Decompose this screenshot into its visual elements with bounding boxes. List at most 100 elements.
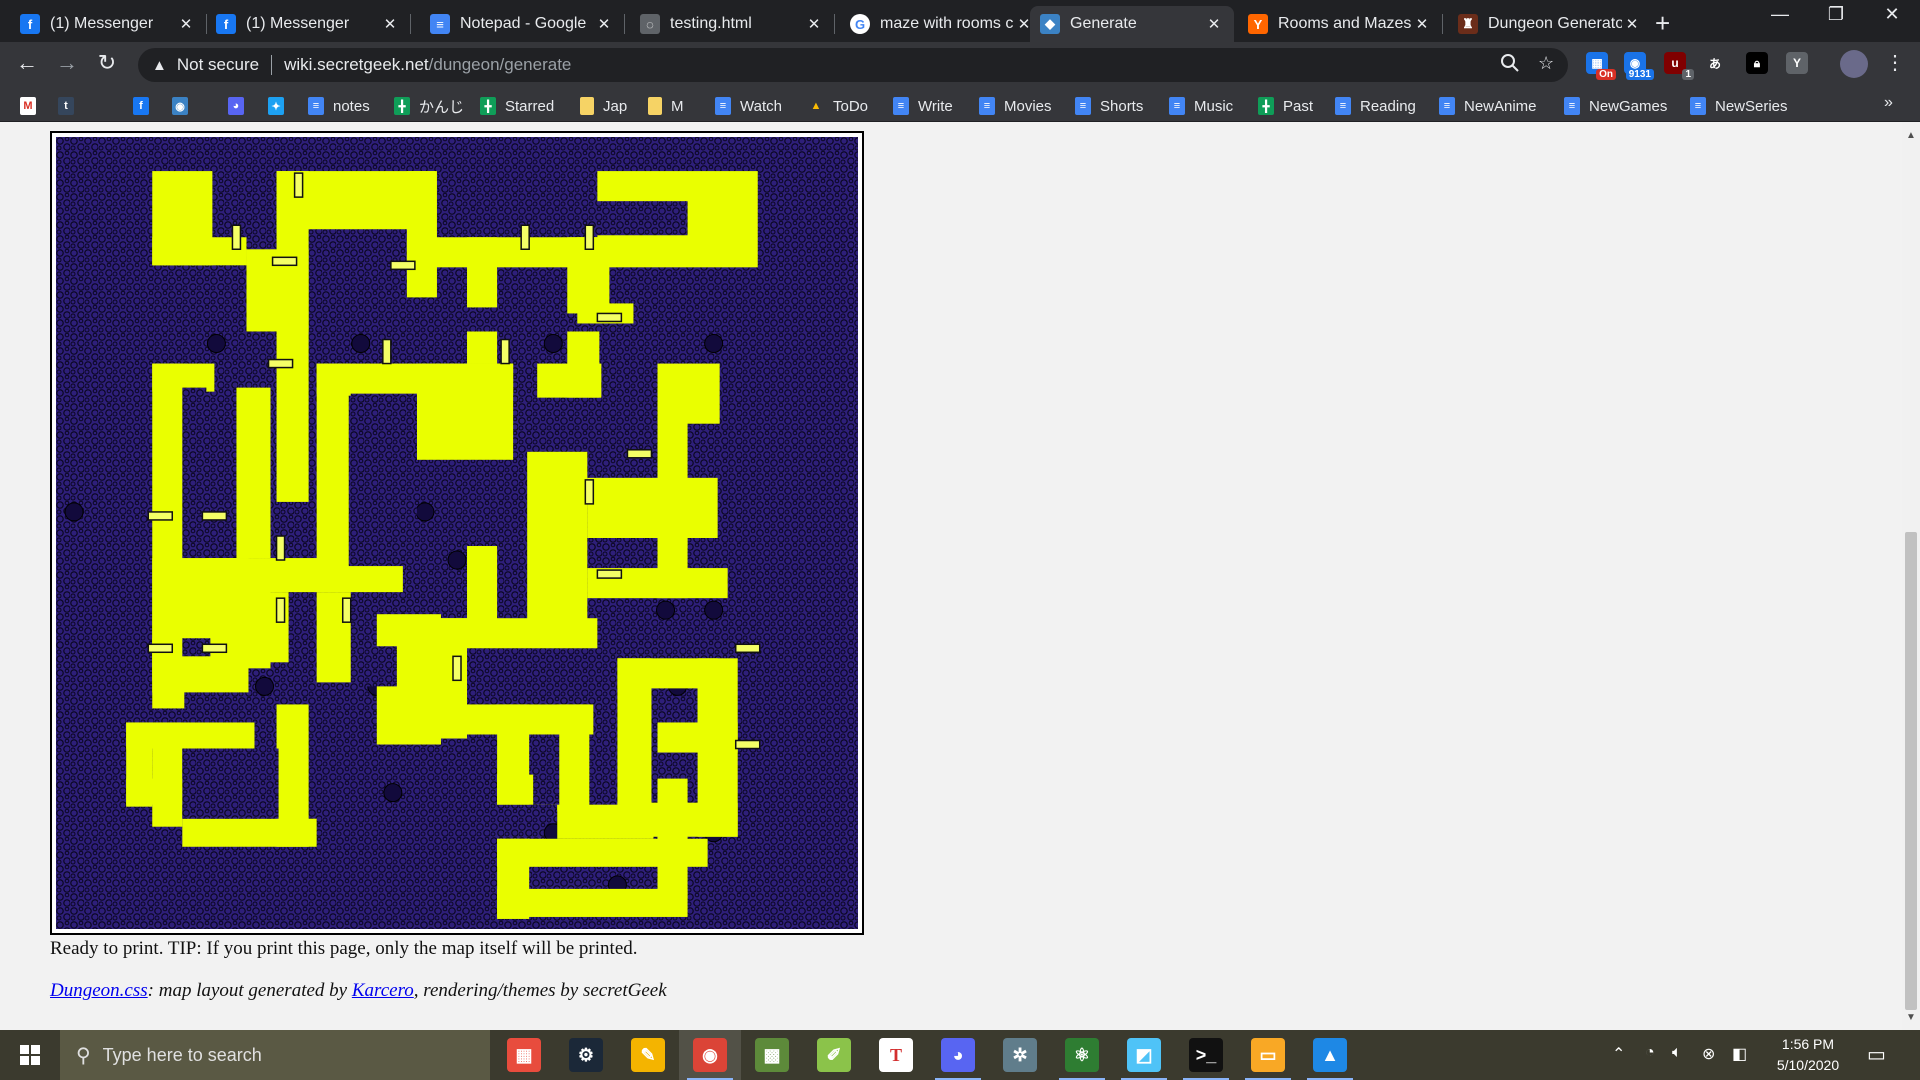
bookmark-jap[interactable]: Jap bbox=[580, 95, 627, 117]
new-tab-button[interactable]: + bbox=[1655, 8, 1670, 39]
typora-icon[interactable]: T bbox=[879, 1038, 913, 1072]
restore-button[interactable]: ❐ bbox=[1808, 4, 1864, 25]
show-hidden-icons[interactable]: ⌃ bbox=[1612, 1044, 1625, 1064]
photos-collage-icon[interactable]: ▦ bbox=[507, 1038, 541, 1072]
url-host[interactable]: wiki.secretgeek.net bbox=[284, 55, 429, 75]
ublock-extension-icon[interactable]: u1 bbox=[1664, 52, 1694, 80]
calendar-extension-icon[interactable]: ▦ On bbox=[1586, 52, 1616, 80]
bookmark-newanime[interactable]: ≡ NewAnime bbox=[1439, 95, 1537, 117]
close-tab-icon[interactable]: ✕ bbox=[1622, 15, 1642, 33]
windows-taskbar: ⚲ Type here to search ▦ ⚙ ✎ ◉ ▩ ✐ T ◕ ✲ ⚛ ◩ >_ ▭ ▲ ⌃ … bbox=[0, 1030, 1920, 1080]
tab-6[interactable]: ◆ Generate ✕ bbox=[1030, 6, 1234, 42]
wifi-icon[interactable]: ◔ bbox=[1645, 1044, 1655, 1062]
rss-extension-icon[interactable]: ◉ 9131 bbox=[1624, 52, 1654, 80]
scroll-thumb[interactable] bbox=[1905, 532, 1917, 1010]
bookmark-star-icon[interactable]: ☆ bbox=[1538, 53, 1554, 74]
note-app-icon[interactable]: ◩ bbox=[1127, 1038, 1161, 1072]
menu-kebab-icon[interactable]: ⋮ bbox=[1880, 50, 1910, 75]
start-button[interactable] bbox=[0, 1030, 60, 1080]
dismiss-icon[interactable]: ⊗ bbox=[1702, 1044, 1715, 1064]
close-tab-icon[interactable]: ✕ bbox=[1412, 15, 1432, 33]
bookmark-gmail[interactable]: M bbox=[20, 95, 45, 117]
notepad-plus-icon[interactable]: ✐ bbox=[817, 1038, 851, 1072]
tab-5[interactable]: Gmaze with rooms c ✕ bbox=[840, 6, 1044, 42]
warning-icon[interactable]: ▲ bbox=[152, 57, 167, 74]
translate-extension-icon[interactable]: あ bbox=[1704, 52, 1726, 74]
lock-extension-icon[interactable]: 🔒︎ bbox=[1746, 52, 1768, 74]
close-tab-icon[interactable]: ✕ bbox=[380, 15, 400, 33]
scroll-down-icon[interactable]: ▼ bbox=[1902, 1012, 1920, 1023]
atom-icon[interactable]: ⚛ bbox=[1065, 1038, 1099, 1072]
settings-app-icon[interactable]: ✲ bbox=[1003, 1038, 1037, 1072]
bookmark-label: Shorts bbox=[1100, 97, 1144, 115]
bookmark-かんじ[interactable]: ╋ かんじ bbox=[394, 95, 464, 117]
bookmark-feed[interactable]: ◉ bbox=[172, 95, 197, 117]
close-tab-icon[interactable]: ✕ bbox=[176, 15, 196, 33]
security-label[interactable]: Not secure bbox=[177, 55, 259, 75]
tab-1[interactable]: f (1) Messenger ✕ bbox=[10, 6, 206, 42]
tab-4[interactable]: ◌ testing.html ✕ bbox=[630, 6, 834, 42]
page-scrollbar[interactable]: ▲ ▼ bbox=[1902, 122, 1920, 1030]
taskbar-search[interactable]: ⚲ Type here to search bbox=[60, 1030, 490, 1080]
notifications-icon[interactable]: ▭ bbox=[1867, 1042, 1886, 1067]
bookmark-label: Watch bbox=[740, 97, 782, 115]
bookmark-shorts[interactable]: ≡ Shorts bbox=[1075, 95, 1143, 117]
close-window-button[interactable]: ✕ bbox=[1864, 4, 1920, 25]
bookmark-newgames[interactable]: ≡ NewGames bbox=[1564, 95, 1667, 117]
profile-avatar[interactable] bbox=[1840, 50, 1868, 78]
pen-tool-icon[interactable]: ✎ bbox=[631, 1038, 665, 1072]
bookmark-past[interactable]: ╋ Past bbox=[1258, 95, 1313, 117]
tab-2[interactable]: f (1) Messenger ✕ bbox=[206, 6, 410, 42]
discord-icon[interactable]: ◕ bbox=[941, 1038, 975, 1072]
bookmark-discord[interactable]: ◕ bbox=[228, 95, 253, 117]
bookmark-notes[interactable]: ≡ notes bbox=[308, 95, 370, 117]
steam-icon[interactable]: ⚙ bbox=[569, 1038, 603, 1072]
google-sheets-icon: ╋ bbox=[394, 97, 410, 115]
ycombinator-icon: Y bbox=[1248, 14, 1268, 34]
search-placeholder[interactable]: Type here to search bbox=[103, 1045, 262, 1066]
close-tab-icon[interactable]: ✕ bbox=[1204, 15, 1224, 33]
tab-7[interactable]: Y Rooms and Mazes ✕ bbox=[1238, 6, 1442, 42]
bookmarks-overflow-button[interactable]: » bbox=[1884, 94, 1893, 112]
scroll-up-icon[interactable]: ▲ bbox=[1902, 130, 1920, 141]
forward-button[interactable]: → bbox=[52, 50, 82, 76]
karcero-link[interactable]: Karcero bbox=[352, 980, 414, 1001]
zoom-icon[interactable] bbox=[1500, 53, 1520, 78]
back-button[interactable]: ← bbox=[12, 50, 42, 76]
bookmark-label: Write bbox=[918, 97, 953, 115]
tab-3[interactable]: ≡ Notepad - Google ✕ bbox=[420, 6, 624, 42]
url-path[interactable]: /dungeon/generate bbox=[429, 55, 572, 75]
bookmark-tumblr[interactable]: t bbox=[58, 95, 83, 117]
system-clock[interactable]: 1:56 PM 5/10/2020 bbox=[1760, 1034, 1856, 1076]
photos-icon[interactable]: ▲ bbox=[1313, 1038, 1347, 1072]
minimize-button[interactable]: — bbox=[1752, 4, 1808, 25]
credits-text-2: , rendering/themes by secretGeek bbox=[413, 980, 667, 1001]
dungeon-css-link[interactable]: Dungeon.css bbox=[50, 980, 148, 1001]
bookmark-twitter[interactable]: ✦ bbox=[268, 95, 293, 117]
bookmark-m[interactable]: M bbox=[648, 95, 684, 117]
tab-title: Generate bbox=[1070, 15, 1137, 32]
bookmark-facebook[interactable]: f bbox=[133, 95, 158, 117]
bookmark-todo[interactable]: ▲ ToDo bbox=[808, 95, 868, 117]
volume-icon[interactable]: 🔈︎ bbox=[1672, 1044, 1682, 1062]
terminal-icon[interactable]: >_ bbox=[1189, 1038, 1223, 1072]
reload-button[interactable]: ↻ bbox=[92, 50, 122, 76]
tray-app-icon[interactable]: ◧ bbox=[1732, 1044, 1747, 1064]
bookmark-music[interactable]: ≡ Music bbox=[1169, 95, 1233, 117]
minecraft-icon[interactable]: ▩ bbox=[755, 1038, 789, 1072]
bookmark-movies[interactable]: ≡ Movies bbox=[979, 95, 1052, 117]
address-bar[interactable]: ▲ Not secure wiki.secretgeek.net /dungeo… bbox=[138, 48, 1568, 82]
boulder bbox=[351, 334, 371, 354]
tab-8[interactable]: ♜ Dungeon Generato ✕ bbox=[1448, 6, 1652, 42]
close-tab-icon[interactable]: ✕ bbox=[804, 15, 824, 33]
chrome-icon[interactable]: ◉ bbox=[693, 1038, 727, 1072]
close-tab-icon[interactable]: ✕ bbox=[594, 15, 614, 33]
bookmark-starred[interactable]: ╋ Starred bbox=[480, 95, 554, 117]
file-explorer-icon[interactable]: ▭ bbox=[1251, 1038, 1285, 1072]
folder-icon bbox=[648, 97, 662, 115]
bookmark-watch[interactable]: ≡ Watch bbox=[715, 95, 782, 117]
y-extension-icon[interactable]: Y bbox=[1786, 52, 1808, 74]
bookmark-write[interactable]: ≡ Write bbox=[893, 95, 953, 117]
bookmark-reading[interactable]: ≡ Reading bbox=[1335, 95, 1416, 117]
bookmark-newseries[interactable]: ≡ NewSeries bbox=[1690, 95, 1788, 117]
